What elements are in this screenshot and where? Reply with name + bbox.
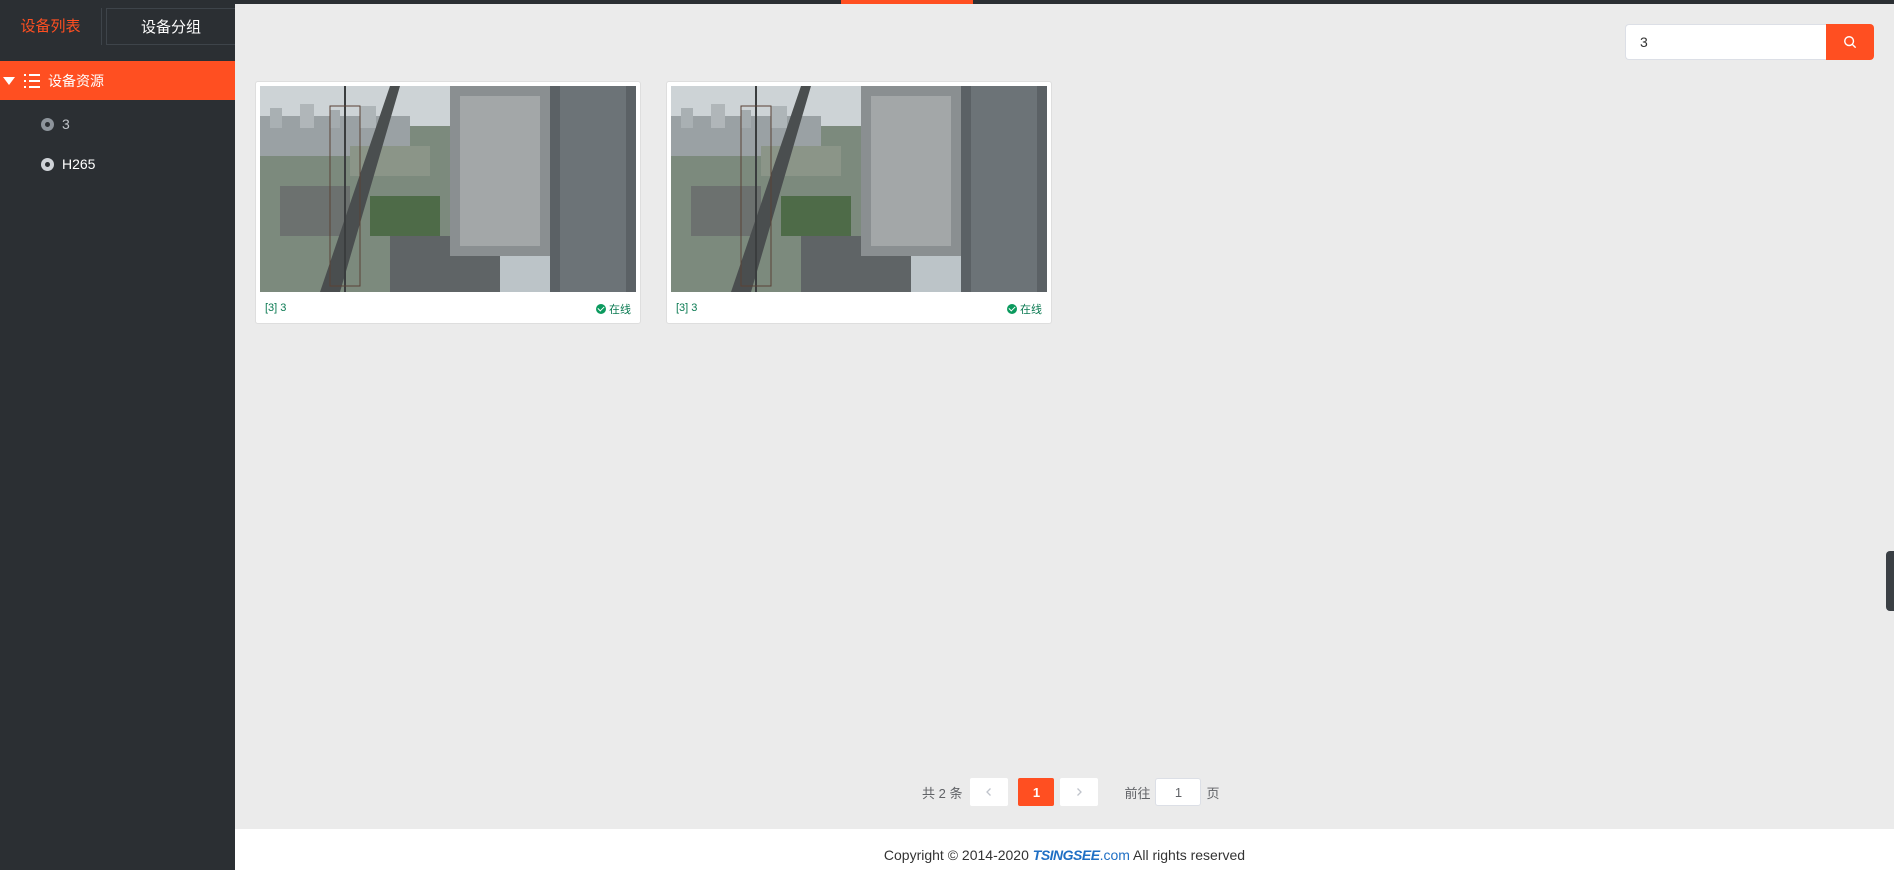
tree-item-label: H265	[62, 156, 96, 172]
card-footer: [3] 3 在线	[256, 296, 640, 322]
goto-page-input[interactable]	[1155, 778, 1202, 806]
tree-item-label: 3	[62, 116, 70, 132]
status-badge: 在线	[596, 301, 631, 317]
device-card[interactable]: [3] 3 在线	[666, 81, 1052, 324]
check-circle-icon	[596, 304, 606, 314]
rights-text: All rights reserved	[1133, 847, 1246, 863]
top-bar	[0, 0, 1894, 4]
brand-domain[interactable]: .com	[1100, 847, 1130, 863]
device-name[interactable]: [3] 3	[265, 302, 286, 314]
next-page-button[interactable]	[1060, 778, 1099, 806]
tree-root-device-resources[interactable]: 设备资源	[0, 61, 235, 100]
chevron-left-icon	[986, 788, 992, 796]
status-badge: 在线	[1007, 301, 1042, 317]
chevron-right-icon	[1077, 788, 1083, 796]
search-input[interactable]	[1625, 24, 1827, 60]
sidebar: 设备列表 设备分组 设备资源 3 H265	[0, 4, 235, 870]
device-card[interactable]: [3] 3 在线	[255, 81, 641, 324]
check-circle-icon	[1007, 304, 1017, 314]
footer: Copyright © 2014-2020 TSINGSEE.com All r…	[235, 829, 1894, 870]
status-text: 在线	[1020, 304, 1042, 316]
prev-page-button[interactable]	[970, 778, 1009, 806]
camera-icon	[41, 117, 54, 131]
caret-down-icon[interactable]	[3, 76, 15, 85]
tree-item-device-3[interactable]: 3	[0, 105, 235, 143]
brand-logo[interactable]: TSINGSEE	[1033, 847, 1100, 863]
page-number-button[interactable]: 1	[1018, 778, 1055, 806]
top-bar-active-indicator	[841, 0, 973, 4]
pagination-total: 共 2 条	[922, 785, 963, 801]
device-name[interactable]: [3] 3	[676, 302, 697, 314]
search-bar	[1625, 24, 1874, 60]
tab-device-group[interactable]: 设备分组	[106, 8, 235, 45]
sidebar-tabs: 设备列表 设备分组	[0, 8, 235, 47]
copyright-text: Copyright © 2014-2020	[883, 847, 1029, 863]
goto-suffix: 页	[1206, 785, 1220, 801]
side-drawer-handle[interactable]	[1886, 551, 1894, 611]
search-icon	[1844, 36, 1856, 48]
card-footer: [3] 3 在线	[667, 296, 1051, 322]
search-button[interactable]	[1826, 24, 1874, 60]
camera-snapshot[interactable]	[671, 86, 1047, 292]
camera-icon	[41, 157, 54, 171]
list-icon	[24, 73, 40, 88]
pagination: 共 2 条 1 前往 页	[922, 778, 1220, 806]
status-text: 在线	[609, 304, 631, 316]
goto-label: 前往	[1124, 785, 1151, 801]
tree-item-device-h265[interactable]: H265	[0, 145, 235, 183]
tab-device-list[interactable]: 设备列表	[0, 8, 102, 45]
tree-root-label: 设备资源	[48, 72, 104, 89]
camera-snapshot[interactable]	[260, 86, 636, 292]
